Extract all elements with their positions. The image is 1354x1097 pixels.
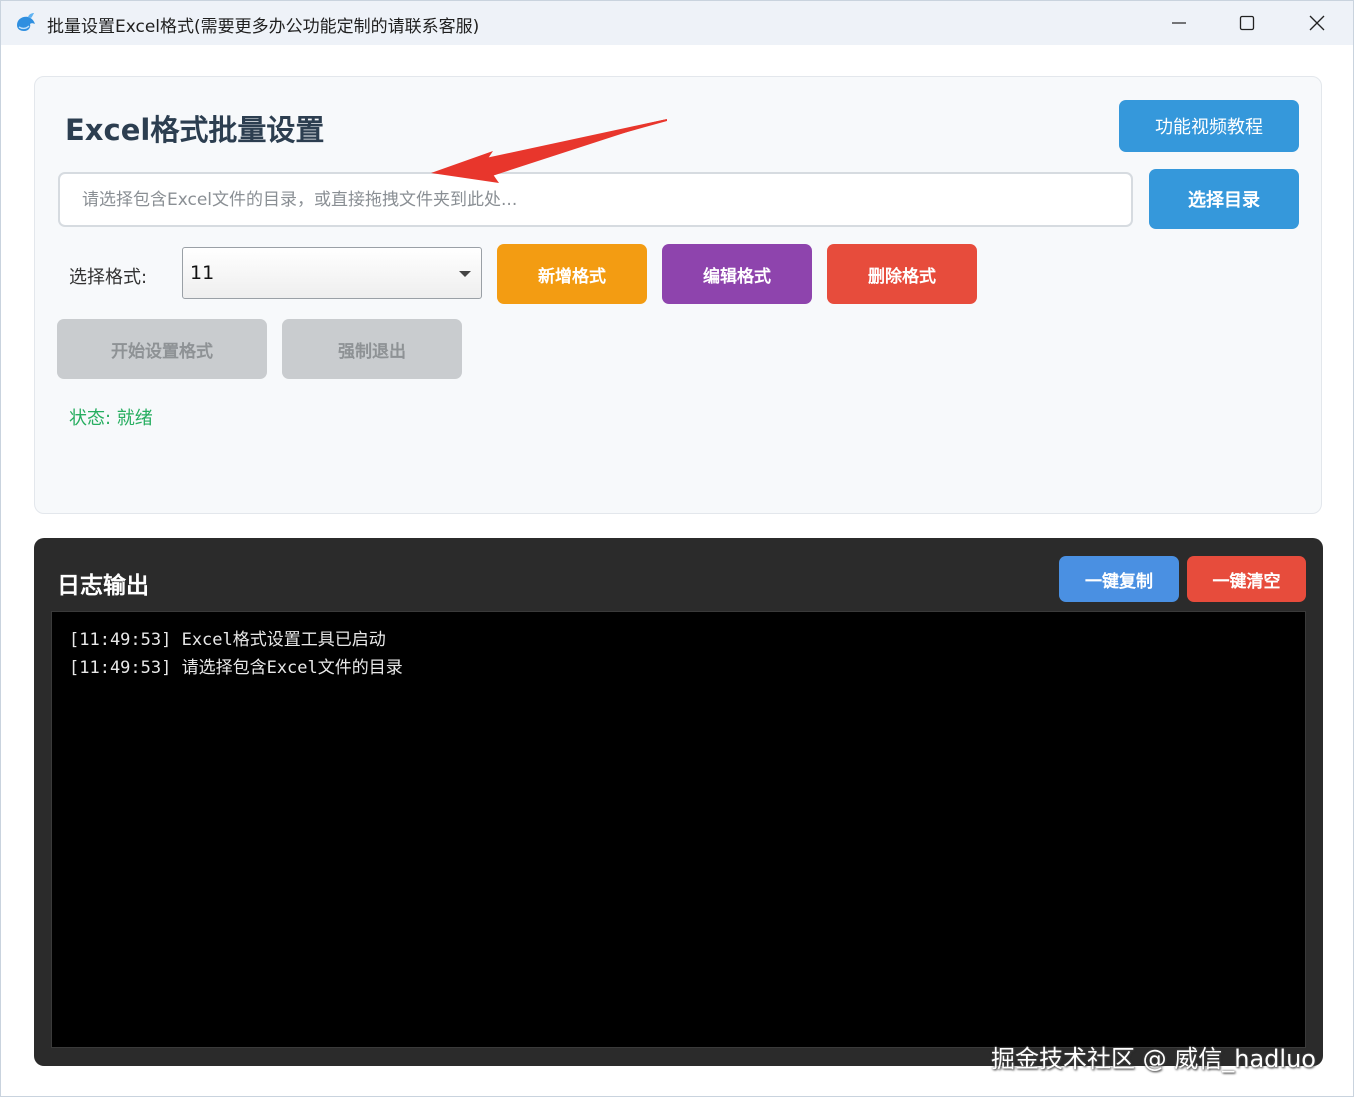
minimize-icon	[1172, 22, 1186, 24]
log-heading: 日志输出	[57, 573, 149, 599]
clear-log-button[interactable]: 一键清空	[1187, 556, 1306, 602]
maximize-button[interactable]	[1215, 1, 1279, 45]
format-label: 选择格式:	[69, 267, 148, 288]
log-line: [11:49:53] Excel格式设置工具已启动	[69, 630, 386, 650]
add-format-button[interactable]: 新增格式	[497, 244, 647, 304]
app-window: 批量设置Excel格式(需要更多办公功能定制的请联系客服) Excel格式批量设…	[0, 0, 1354, 1097]
minimize-button[interactable]	[1147, 1, 1211, 45]
start-format-button[interactable]: 开始设置格式	[57, 319, 267, 379]
close-icon	[1309, 15, 1325, 31]
delete-format-button[interactable]: 删除格式	[827, 244, 977, 304]
red-arrow-annotation-icon	[431, 119, 667, 183]
video-tutorial-button[interactable]: 功能视频教程	[1119, 100, 1299, 152]
close-button[interactable]	[1285, 1, 1349, 45]
title-bar[interactable]: 批量设置Excel格式(需要更多办公功能定制的请联系客服)	[1, 1, 1353, 45]
copy-log-button[interactable]: 一键复制	[1059, 556, 1179, 602]
chevron-down-icon	[459, 271, 471, 277]
watermark-text: 掘金技术社区 @ 威信_hadluo	[991, 1045, 1316, 1073]
log-line: [11:49:53] 请选择包含Excel文件的目录	[69, 658, 403, 678]
format-select[interactable]: 11	[182, 247, 482, 299]
log-output[interactable]: [11:49:53] Excel格式设置工具已启动 [11:49:53] 请选择…	[51, 611, 1306, 1048]
force-exit-button[interactable]: 强制退出	[282, 319, 462, 379]
edit-format-button[interactable]: 编辑格式	[662, 244, 812, 304]
select-directory-button[interactable]: 选择目录	[1149, 169, 1299, 229]
window-title: 批量设置Excel格式(需要更多办公功能定制的请联系客服)	[47, 17, 480, 37]
format-selected-value: 11	[190, 262, 215, 284]
status-label: 状态: 就绪	[69, 408, 153, 429]
maximize-icon	[1239, 15, 1255, 31]
whale-app-icon	[17, 13, 35, 31]
page-title: Excel格式批量设置	[65, 113, 325, 147]
